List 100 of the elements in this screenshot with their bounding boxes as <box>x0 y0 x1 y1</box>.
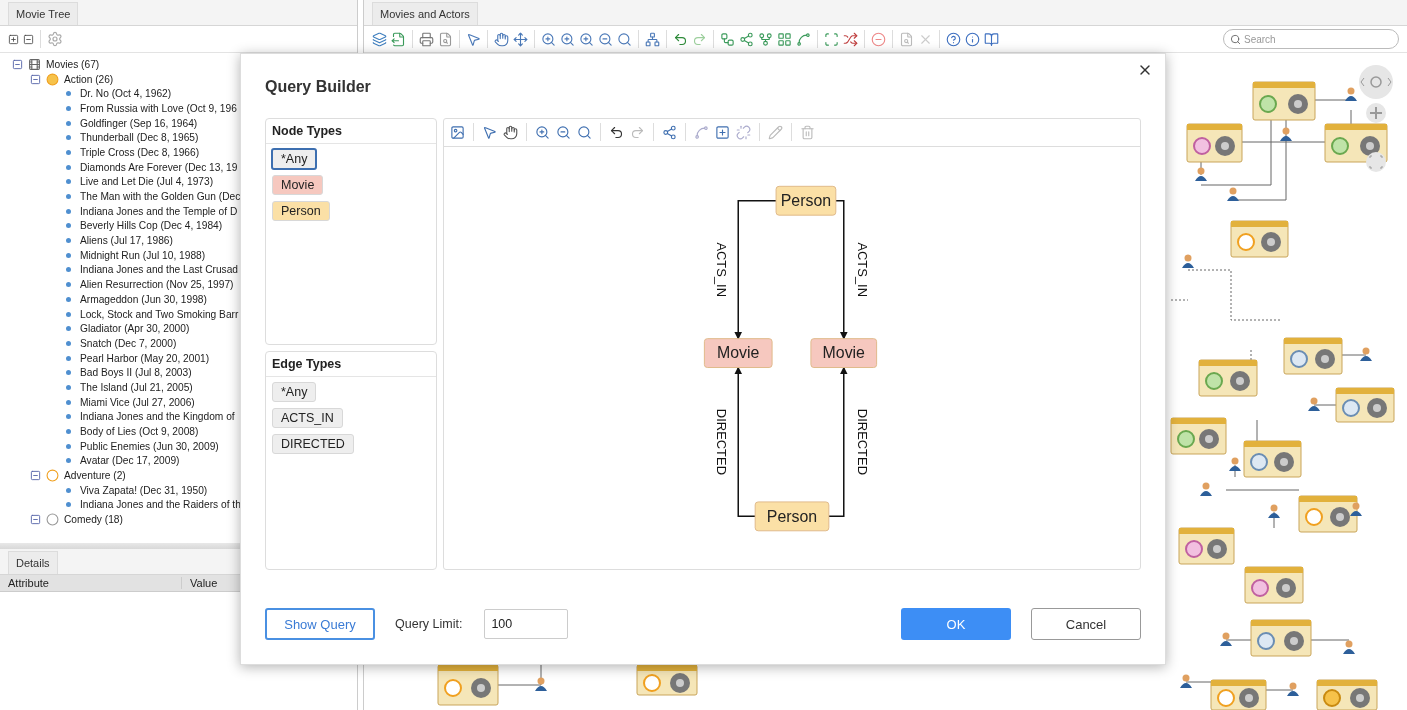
pointer-icon[interactable] <box>482 124 497 140</box>
query-node[interactable]: Person <box>754 501 830 532</box>
movie-card[interactable] <box>1335 387 1395 423</box>
tree-item[interactable]: Live and Let Die (Jul 4, 1973) <box>80 176 214 188</box>
remove-icon[interactable] <box>871 31 886 47</box>
type-chip[interactable]: Person <box>272 201 330 221</box>
person-icon[interactable] <box>1182 254 1194 268</box>
movie-card[interactable] <box>1316 679 1378 710</box>
export-icon[interactable] <box>391 31 406 47</box>
printer-icon[interactable] <box>419 31 434 47</box>
panel-tab[interactable]: Details <box>8 551 58 574</box>
hand-icon[interactable] <box>503 124 518 140</box>
zoom-in-icon[interactable] <box>1366 103 1386 123</box>
move-icon[interactable] <box>513 31 528 47</box>
person-icon[interactable] <box>1195 167 1207 181</box>
share-icon[interactable] <box>739 31 754 47</box>
tree-item[interactable]: Indiana Jones and the Last Crusad <box>80 264 239 276</box>
movie-card[interactable] <box>1198 359 1258 397</box>
person-icon[interactable] <box>535 677 547 691</box>
undo-icon[interactable] <box>609 124 624 140</box>
panel-tab[interactable]: Movie Tree <box>8 2 79 25</box>
spline-icon[interactable] <box>796 31 811 47</box>
fork-icon[interactable] <box>758 31 773 47</box>
zoom-in-icon[interactable] <box>541 31 556 47</box>
book-icon[interactable] <box>984 31 999 47</box>
tree-item[interactable]: Goldfinger (Sep 16, 1964) <box>80 117 198 129</box>
tree-item[interactable]: Pearl Harbor (May 20, 2001) <box>80 352 210 364</box>
type-chip[interactable]: Movie <box>272 175 324 195</box>
tree-item[interactable]: Armageddon (Jun 30, 1998) <box>80 293 207 305</box>
scan-icon[interactable] <box>824 31 839 47</box>
movie-card[interactable] <box>1250 619 1312 657</box>
tree-item[interactable]: Public Enemies (Jun 30, 2009) <box>80 440 219 452</box>
movie-card[interactable] <box>1178 527 1235 565</box>
workflow-icon[interactable] <box>720 31 735 47</box>
movie-card[interactable] <box>1244 566 1304 604</box>
hand-icon[interactable] <box>494 31 509 47</box>
movie-card[interactable] <box>1324 123 1388 163</box>
network-icon[interactable] <box>645 31 660 47</box>
movie-card[interactable] <box>1283 337 1343 375</box>
person-icon[interactable] <box>1180 674 1192 688</box>
tree-item[interactable]: Thunderball (Dec 8, 1965) <box>80 132 199 144</box>
tree-item[interactable]: Indiana Jones and the Raiders of th <box>80 499 241 511</box>
person-icon[interactable] <box>1308 397 1320 411</box>
movie-card[interactable] <box>1230 220 1289 258</box>
tree-item[interactable]: Miami Vice (Jul 27, 2006) <box>80 396 195 408</box>
info-icon[interactable] <box>965 31 980 47</box>
tree-item[interactable]: Action (26) <box>64 73 114 85</box>
zoom-in-icon[interactable] <box>560 31 575 47</box>
zoom-out-icon[interactable] <box>598 31 613 47</box>
zoom-in-icon[interactable] <box>535 124 550 140</box>
person-icon[interactable] <box>1345 87 1357 101</box>
person-icon[interactable] <box>1350 502 1362 516</box>
tree-item[interactable]: Indiana Jones and the Kingdom of <box>80 411 235 423</box>
panel-tab[interactable]: Movies and Actors <box>372 2 478 25</box>
type-chip[interactable]: *Any <box>271 148 318 170</box>
query-node[interactable]: Movie <box>810 338 878 368</box>
tree-item[interactable]: Triple Cross (Dec 8, 1966) <box>80 146 200 158</box>
movie-card[interactable] <box>437 664 499 706</box>
person-icon[interactable] <box>1200 482 1212 496</box>
query-node[interactable]: Person <box>775 185 837 216</box>
layers-icon[interactable] <box>372 31 387 47</box>
zoom-icon[interactable] <box>617 31 632 47</box>
settings-icon[interactable] <box>47 31 63 47</box>
tree-item[interactable]: Bad Boys II (Jul 8, 2003) <box>80 367 192 379</box>
collapse-toggle-icon[interactable] <box>12 58 23 70</box>
person-icon[interactable] <box>1360 347 1372 361</box>
tree-item[interactable]: Aliens (Jul 17, 1986) <box>80 235 173 247</box>
movie-card[interactable] <box>1186 123 1243 163</box>
person-icon[interactable] <box>1268 504 1280 518</box>
tree-item[interactable]: Alien Resurrection (Nov 25, 1997) <box>80 279 234 291</box>
tree-item[interactable]: Avatar (Dec 17, 2009) <box>80 455 180 467</box>
type-chip[interactable]: ACTS_IN <box>272 408 343 429</box>
query-limit-field[interactable]: 100 <box>484 609 569 639</box>
person-icon[interactable] <box>1227 187 1239 201</box>
person-icon[interactable] <box>1280 127 1292 141</box>
movie-card[interactable] <box>636 664 698 696</box>
type-chip[interactable]: *Any <box>272 382 317 403</box>
show-query-button[interactable]: Show Query <box>265 608 375 640</box>
tree-item[interactable]: Movies (67) <box>46 58 100 70</box>
add-node-icon[interactable] <box>662 124 677 140</box>
tree-item[interactable]: Comedy (18) <box>64 514 123 526</box>
add-box-icon[interactable] <box>715 124 730 140</box>
collapse-toggle-icon[interactable] <box>30 73 41 85</box>
tree-item[interactable]: Viva Zapata! (Dec 31, 1950) <box>80 484 208 496</box>
cancel-button[interactable]: Cancel <box>1031 608 1141 640</box>
person-icon[interactable] <box>1220 632 1232 646</box>
expand-all-icon[interactable] <box>8 33 19 45</box>
tree-item[interactable]: Adventure (2) <box>64 470 126 482</box>
image-icon[interactable] <box>450 124 465 140</box>
movie-card[interactable] <box>1298 495 1358 533</box>
shuffle-icon[interactable] <box>843 31 858 47</box>
fit-view-icon[interactable] <box>1366 152 1386 172</box>
tree-item[interactable]: Snatch (Dec 7, 2000) <box>80 337 177 349</box>
tree-item[interactable]: From Russia with Love (Oct 9, 196 <box>80 102 237 114</box>
tree-item[interactable]: Indiana Jones and the Temple of D <box>80 205 238 217</box>
tree-item[interactable]: The Man with the Golden Gun (Dec <box>80 191 241 203</box>
tree-item[interactable]: Midnight Run (Jul 10, 1988) <box>80 249 206 261</box>
pointer-icon[interactable] <box>466 31 481 47</box>
grid-icon[interactable] <box>777 31 792 47</box>
tree-item[interactable]: Dr. No (Oct 4, 1962) <box>80 88 172 100</box>
